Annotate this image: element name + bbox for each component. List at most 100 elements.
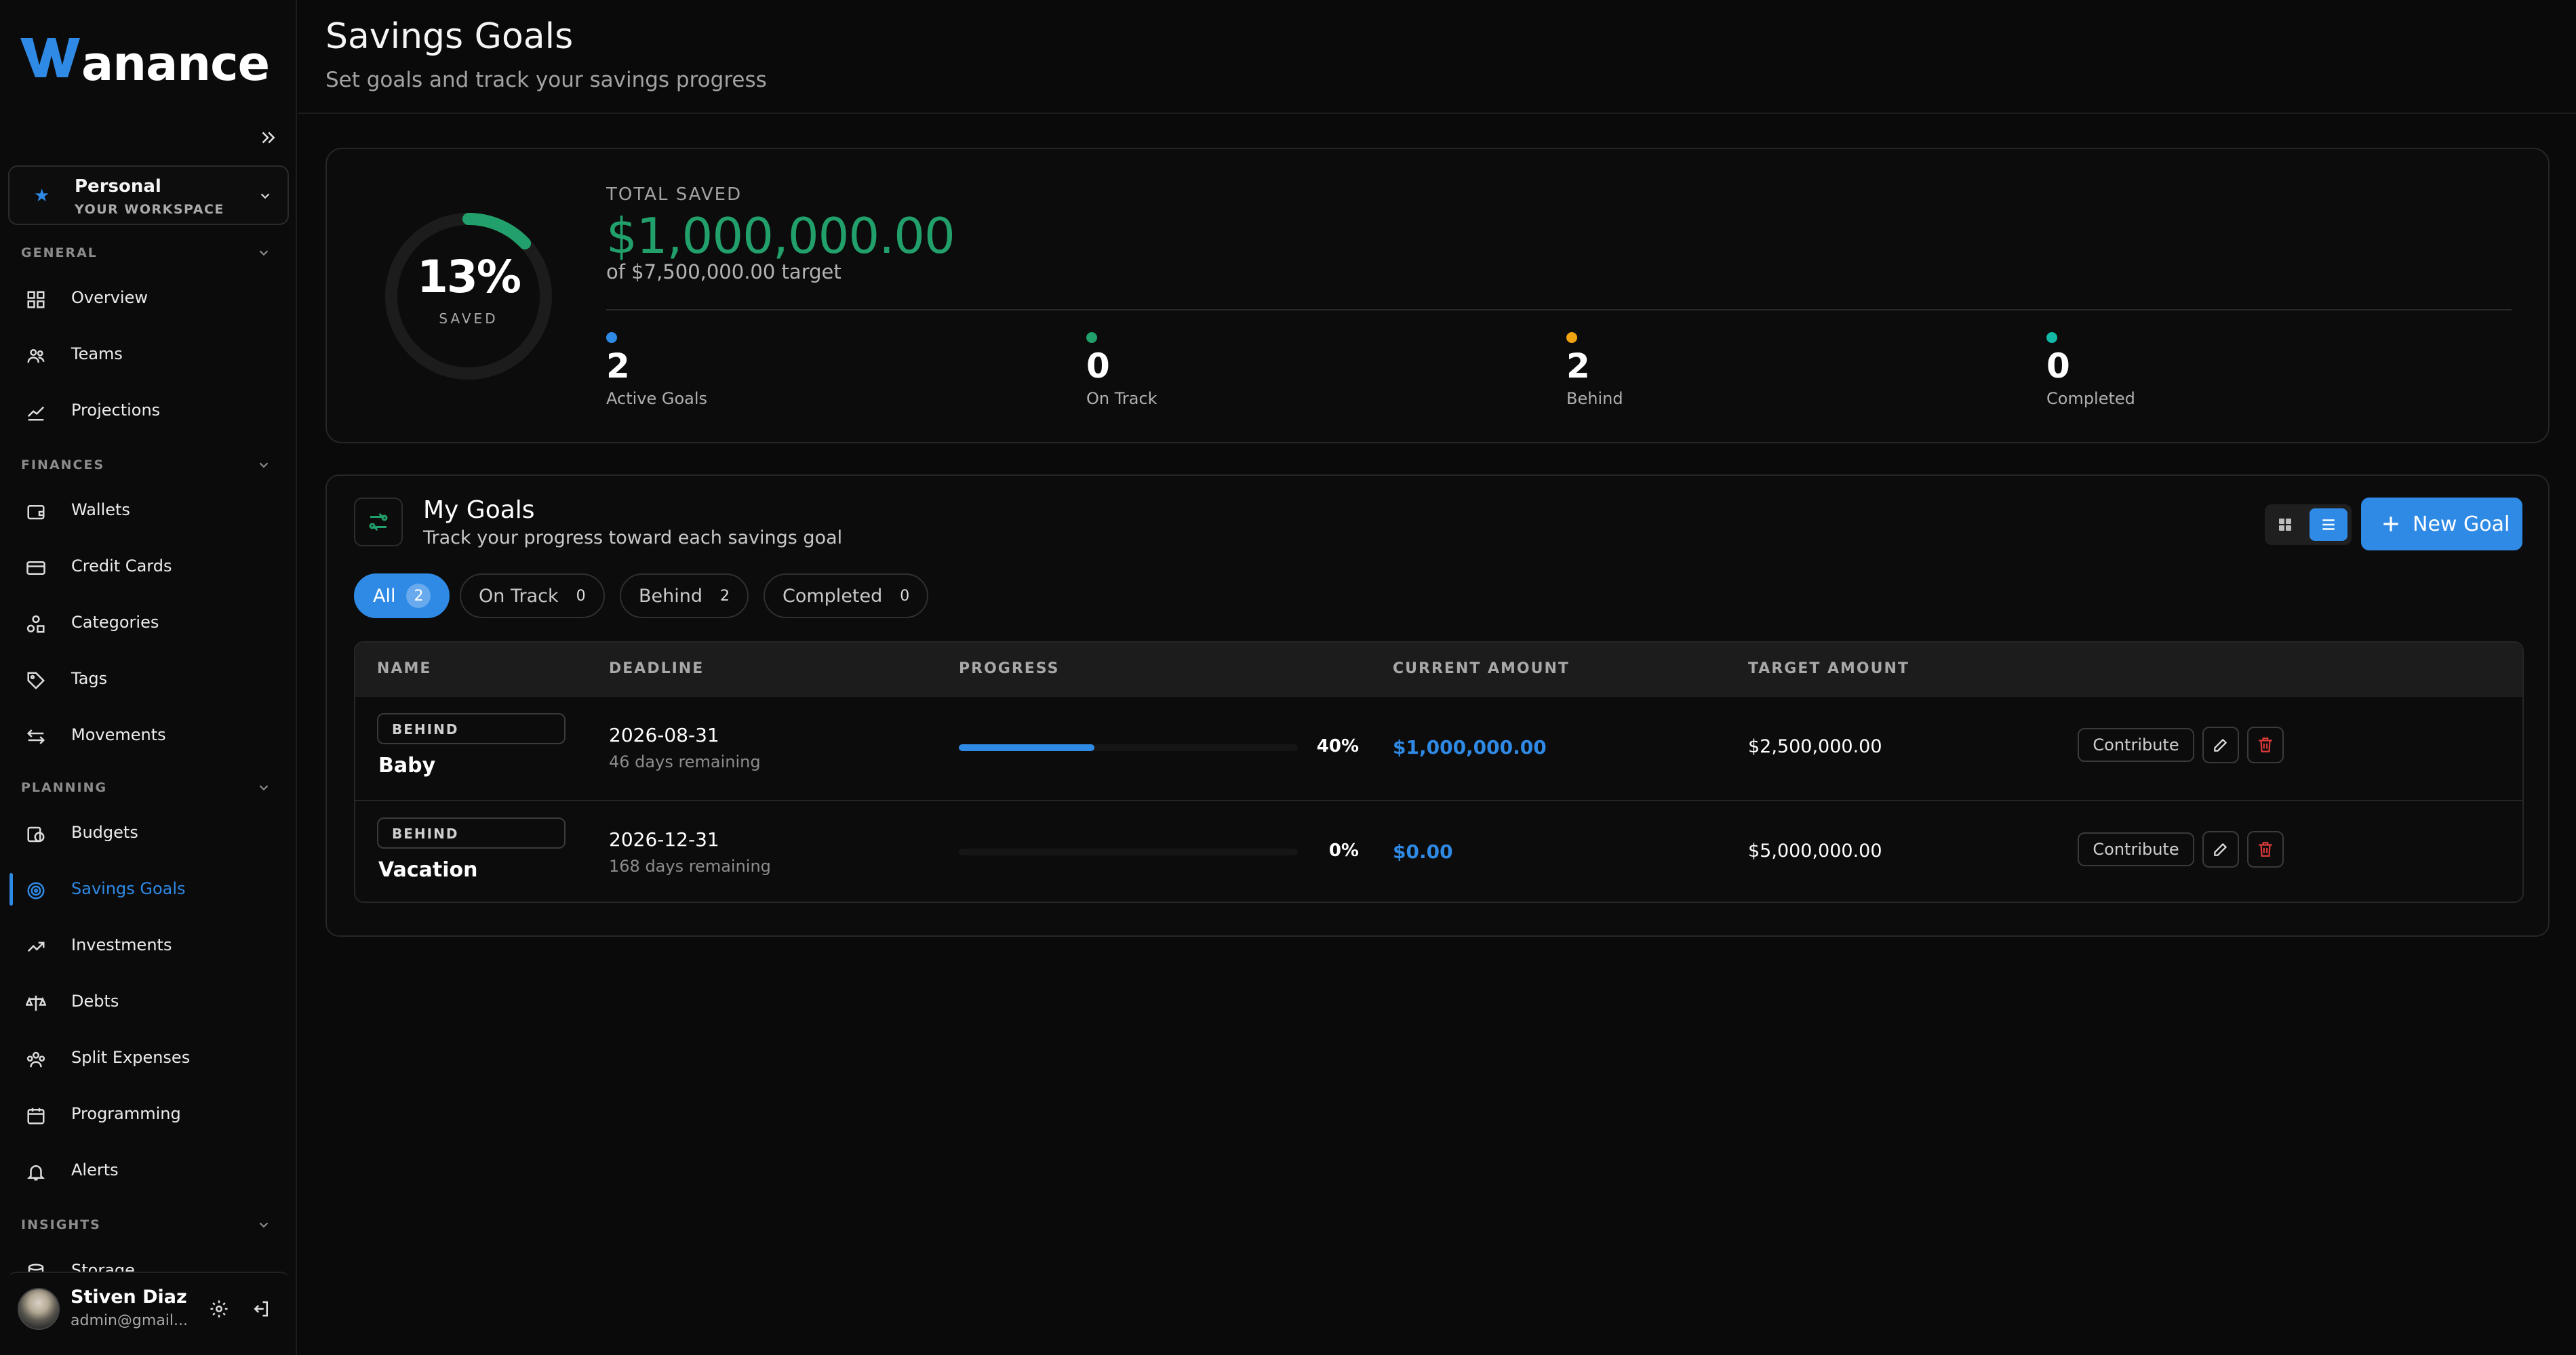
status-dot bbox=[606, 332, 617, 343]
stat-label: Behind bbox=[1566, 389, 1623, 408]
chevron-down-icon[interactable] bbox=[256, 1217, 271, 1232]
sidebar-item-label: Programming bbox=[71, 1104, 181, 1123]
sidebar-item-investments[interactable]: Investments bbox=[9, 922, 288, 969]
grid-icon bbox=[2279, 519, 2291, 531]
stat-completed: 0 Completed bbox=[2046, 332, 2135, 408]
filter-behind[interactable]: Behind 2 bbox=[620, 573, 749, 618]
table-row[interactable]: BEHIND Vacation 2026-12-31 168 days rema… bbox=[355, 801, 2522, 902]
target-amount: $2,500,000.00 bbox=[1748, 736, 1882, 757]
savings-summary-card: 13% SAVED TOTAL SAVED $1,000,000.00 of $… bbox=[325, 148, 2550, 443]
sidebar-item-label: Budgets bbox=[71, 823, 138, 842]
goal-name: Baby bbox=[378, 754, 436, 777]
chart-line-icon bbox=[27, 406, 45, 421]
sidebar-item-teams[interactable]: Teams bbox=[9, 331, 288, 378]
status-badge: BEHIND bbox=[377, 817, 566, 849]
progress-percent: 0% bbox=[1328, 841, 1359, 861]
delete-button[interactable] bbox=[2247, 727, 2284, 763]
gear-icon[interactable] bbox=[209, 1299, 229, 1319]
chevrons-right-icon bbox=[262, 132, 275, 144]
filter-all[interactable]: All 2 bbox=[354, 573, 450, 618]
days-remaining: 168 days remaining bbox=[609, 857, 771, 876]
sidebar-item-savings-goals[interactable]: Savings Goals bbox=[9, 866, 288, 913]
credit-card-icon bbox=[26, 561, 45, 575]
users-icon bbox=[27, 349, 45, 363]
workspace-subtitle: YOUR WORKSPACE bbox=[75, 202, 224, 217]
star-icon: ★ bbox=[34, 186, 50, 206]
total-target: of $7,500,000.00 target bbox=[606, 260, 841, 283]
page-subtitle: Set goals and track your savings progres… bbox=[325, 68, 767, 92]
filter-label: Completed bbox=[782, 585, 883, 607]
list-view-button[interactable] bbox=[2310, 508, 2347, 541]
app-logo[interactable]: anance bbox=[20, 35, 278, 91]
sidebar-item-label: Savings Goals bbox=[71, 879, 186, 898]
section-general: GENERAL bbox=[21, 245, 98, 260]
sidebar: anance ★ Personal YOUR WORKSPACE GENERAL… bbox=[0, 0, 297, 1355]
filter-count: 0 bbox=[900, 587, 910, 605]
edit-button[interactable] bbox=[2202, 831, 2239, 868]
column-header-deadline: DEADLINE bbox=[609, 660, 705, 677]
stat-value: 0 bbox=[1086, 346, 1110, 386]
total-saved-amount: $1,000,000.00 bbox=[606, 207, 955, 264]
sidebar-item-label: Alerts bbox=[71, 1160, 119, 1179]
plus-icon bbox=[2383, 517, 2398, 531]
bell-icon bbox=[26, 1165, 45, 1181]
filter-label: Behind bbox=[639, 585, 702, 607]
sidebar-item-alerts[interactable]: Alerts bbox=[9, 1147, 288, 1194]
calendar-icon bbox=[27, 1108, 45, 1125]
new-goal-button[interactable]: New Goal bbox=[2361, 498, 2522, 550]
goal-deadline: 2026-08-31 bbox=[609, 724, 719, 746]
sidebar-item-credit-cards[interactable]: Credit Cards bbox=[9, 543, 288, 590]
storage-icon bbox=[28, 1263, 44, 1272]
edit-icon bbox=[2214, 738, 2227, 752]
contribute-button[interactable]: Contribute bbox=[2078, 832, 2194, 866]
status-dot bbox=[2046, 332, 2057, 343]
avatar[interactable] bbox=[18, 1288, 60, 1330]
sidebar-item-split-expenses[interactable]: Split Expenses bbox=[9, 1034, 288, 1082]
chevron-down-icon[interactable] bbox=[256, 245, 271, 260]
section-finances: FINANCES bbox=[21, 458, 105, 472]
user-card[interactable]: Stiven Diaz admin@gmail... bbox=[8, 1272, 289, 1346]
sidebar-item-projections[interactable]: Projections bbox=[9, 387, 288, 434]
current-amount: $1,000,000.00 bbox=[1393, 736, 1547, 759]
coins-icon bbox=[27, 826, 45, 843]
scale-icon bbox=[26, 995, 46, 1011]
sidebar-item-programming[interactable]: Programming bbox=[9, 1091, 288, 1138]
stat-active-goals: 2 Active Goals bbox=[606, 332, 707, 408]
saved-percent: 13% bbox=[417, 251, 521, 303]
table-row[interactable]: BEHIND Baby 2026-08-31 46 days remaining… bbox=[355, 697, 2522, 800]
sidebar-item-debts[interactable]: Debts bbox=[9, 978, 288, 1026]
chevron-down-icon[interactable] bbox=[256, 780, 271, 795]
logout-icon[interactable] bbox=[251, 1299, 271, 1319]
sidebar-item-storage[interactable]: Storage bbox=[9, 1247, 288, 1272]
contribute-button[interactable]: Contribute bbox=[2078, 728, 2194, 762]
collapse-sidebar-button[interactable] bbox=[252, 122, 283, 153]
stat-on-track: 0 On Track bbox=[1086, 332, 1157, 408]
sidebar-item-categories[interactable]: Categories bbox=[9, 599, 288, 647]
workspace-switcher[interactable]: ★ Personal YOUR WORKSPACE bbox=[8, 165, 289, 225]
stat-label: Active Goals bbox=[606, 389, 708, 408]
trending-up-icon bbox=[27, 942, 45, 952]
stat-value: 0 bbox=[2046, 346, 2070, 386]
logo-w-mark bbox=[20, 38, 80, 77]
edit-button[interactable] bbox=[2202, 727, 2239, 763]
sidebar-item-overview[interactable]: Overview bbox=[9, 275, 288, 322]
sidebar-item-budgets[interactable]: Budgets bbox=[9, 809, 288, 857]
tag-icon bbox=[27, 672, 45, 690]
filter-label: All bbox=[373, 585, 396, 607]
filter-completed[interactable]: Completed 0 bbox=[764, 573, 929, 618]
page-title: Savings Goals bbox=[325, 16, 574, 57]
sidebar-item-tags[interactable]: Tags bbox=[9, 655, 288, 703]
goals-subtitle: Track your progress toward each savings … bbox=[423, 527, 843, 548]
sidebar-item-movements[interactable]: Movements bbox=[9, 712, 288, 759]
grid-view-button[interactable] bbox=[2269, 508, 2301, 541]
column-header-current-amount: CURRENT AMOUNT bbox=[1393, 660, 1570, 677]
filter-on-track[interactable]: On Track 0 bbox=[460, 573, 605, 618]
new-goal-label: New Goal bbox=[2413, 512, 2510, 536]
delete-button[interactable] bbox=[2247, 831, 2284, 868]
saved-caption: SAVED bbox=[439, 310, 498, 327]
user-name: Stiven Diaz bbox=[71, 1287, 187, 1308]
stat-behind: 2 Behind bbox=[1566, 332, 1623, 408]
sidebar-item-wallets[interactable]: Wallets bbox=[9, 487, 288, 534]
filter-label: On Track bbox=[479, 585, 559, 607]
chevron-down-icon[interactable] bbox=[256, 458, 271, 472]
